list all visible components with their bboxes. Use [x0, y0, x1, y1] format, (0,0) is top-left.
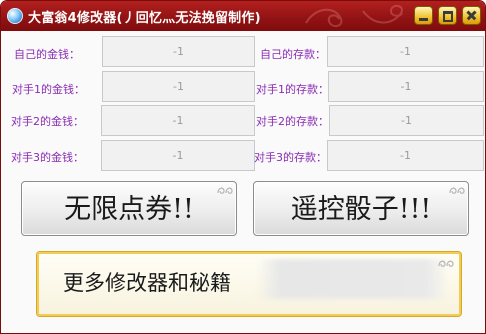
blurred-region	[257, 259, 445, 299]
title-ornament-2	[362, 5, 403, 24]
opponent1-savings-label: 对手1的存款：	[256, 83, 329, 96]
opponent2-money-input[interactable]: -1	[101, 105, 255, 136]
maximize-icon	[439, 7, 456, 24]
maximize-button[interactable]	[438, 6, 457, 25]
own-savings-input[interactable]: -1	[327, 36, 484, 67]
minimize-icon	[415, 7, 432, 24]
opponent2-savings-label: 对手2的存款：	[256, 115, 329, 128]
opponent3-savings-label: 对手3的存款：	[254, 151, 327, 164]
own-savings-label: 自己的存款：	[260, 48, 326, 61]
opponent1-money-label: 对手1的金钱：	[12, 83, 85, 96]
title-bar[interactable]: 大富翁4修改器(丿回忆灬无法挽留制作)	[1, 1, 485, 31]
opponent3-money-label: 对手3的金钱：	[11, 151, 84, 164]
opponent3-money-input[interactable]: -1	[101, 140, 255, 171]
opponent1-money-input[interactable]: -1	[102, 71, 255, 102]
opponent2-savings-input[interactable]: -1	[329, 105, 484, 136]
close-button[interactable]	[462, 6, 481, 25]
close-icon	[463, 7, 480, 24]
own-money-input[interactable]: -1	[102, 36, 255, 67]
unlimited-coupons-label: 无限点券!!	[64, 194, 194, 225]
opponent1-savings-input[interactable]: -1	[328, 71, 484, 102]
opponent3-savings-input[interactable]: -1	[327, 140, 484, 171]
globe-icon	[7, 8, 23, 24]
minimize-button[interactable]	[414, 6, 433, 25]
own-money-label: 自己的金钱：	[14, 48, 80, 61]
title-ornament	[305, 8, 343, 27]
unlimited-coupons-button[interactable]: 无限点券!!	[21, 181, 237, 236]
window-title: 大富翁4修改器(丿回忆灬无法挽留制作)	[28, 11, 261, 26]
trainer-window: 大富翁4修改器(丿回忆灬无法挽留制作) 自己的金钱： -1 对手1的金钱： -1…	[0, 0, 486, 334]
more-trainers-button[interactable]: 更多修改器和秘籍	[37, 252, 461, 316]
remote-dice-button[interactable]: 遥控骰子!!!	[253, 181, 469, 236]
opponent2-money-label: 对手2的金钱：	[11, 115, 84, 128]
swirl-icon	[438, 260, 454, 267]
swirl-icon	[217, 187, 233, 194]
swirl-icon	[449, 187, 465, 194]
remote-dice-label: 遥控骰子!!!	[290, 194, 432, 225]
